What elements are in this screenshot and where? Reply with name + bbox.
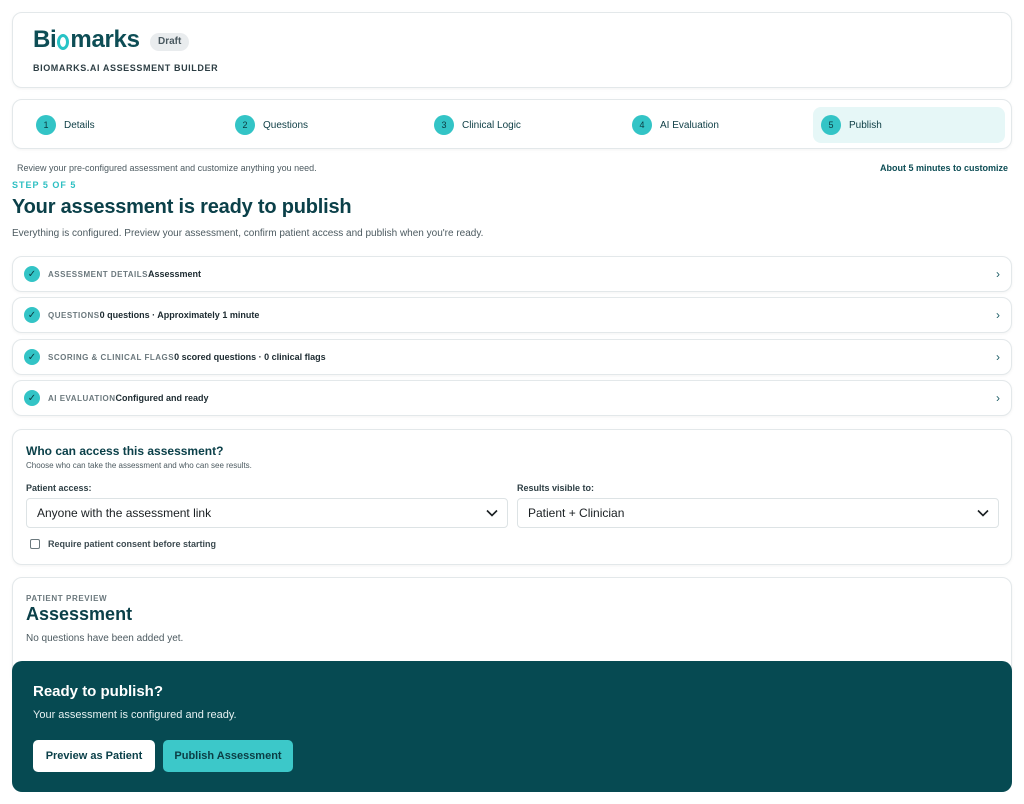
access-settings: Who can access this assessment? Choose w… — [12, 429, 1012, 565]
chevron-right-icon: › — [996, 267, 1000, 281]
logo-text-start: Bi — [33, 26, 57, 53]
summary-value: Configured and ready — [115, 393, 209, 403]
biomarks-logo: Bi marks — [33, 26, 140, 54]
access-subtitle: Choose who can take the assessment and w… — [26, 461, 252, 470]
summary-value: Assessment — [147, 269, 202, 279]
time-estimate: About 5 minutes to customize — [879, 163, 1008, 173]
patient-access-select[interactable]: Anyone with the assessment link — [26, 498, 508, 528]
results-visible-value: Patient + Clinician — [528, 506, 625, 520]
publish-assessment-button[interactable]: Publish Assessment — [163, 740, 293, 772]
check-icon: ✓ — [24, 266, 40, 282]
consent-checkbox[interactable] — [30, 539, 40, 549]
check-icon: ✓ — [24, 349, 40, 365]
results-visible-label: Results visible to: — [517, 483, 595, 493]
preview-empty-state: No questions have been added yet. — [26, 633, 184, 644]
preview-title: Assessment — [26, 604, 133, 624]
access-title: Who can access this assessment? — [26, 444, 224, 458]
step-label: Details — [64, 119, 95, 131]
preview-as-patient-button[interactable]: Preview as Patient — [33, 740, 155, 772]
logo-mark-icon — [57, 33, 70, 50]
step-label: Questions — [263, 119, 309, 131]
check-icon: ✓ — [24, 307, 40, 323]
step-number: 4 — [632, 115, 652, 135]
summary-row-ai-evaluation[interactable]: ✓ AI EVALUATION Configured and ready › — [12, 380, 1012, 416]
summary-value: 0 questions · Approximately 1 minute — [99, 310, 260, 320]
chevron-down-icon — [486, 509, 498, 517]
chevron-right-icon: › — [996, 391, 1000, 405]
page-description: Everything is configured. Preview your a… — [12, 228, 484, 239]
summary-row-scoring[interactable]: ✓ SCORING & CLINICAL FLAGS 0 scored quest… — [12, 339, 1012, 375]
step-publish[interactable]: 5 Publish — [813, 107, 1005, 143]
check-icon: ✓ — [24, 390, 40, 406]
summary-row-questions[interactable]: ✓ QUESTIONS 0 questions · Approximately 1… — [12, 297, 1012, 333]
intro-text: Review your pre-configured assessment an… — [17, 163, 317, 173]
logo-text-end: marks — [70, 26, 140, 53]
step-ai-evaluation[interactable]: 4 AI Evaluation — [620, 107, 810, 143]
patient-access-value: Anyone with the assessment link — [37, 506, 212, 520]
summary-row-details[interactable]: ✓ ASSESSMENT DETAILS Assessment › — [12, 256, 1012, 292]
chevron-right-icon: › — [996, 350, 1000, 364]
step-details[interactable]: 1 Details — [24, 107, 214, 143]
step-label: Clinical Logic — [462, 119, 521, 131]
summary-key: QUESTIONS — [48, 310, 100, 320]
step-number: 1 — [36, 115, 56, 135]
step-questions[interactable]: 2 Questions — [223, 107, 413, 143]
results-visible-select[interactable]: Patient + Clinician — [517, 498, 999, 528]
summary-value: 0 scored questions · 0 clinical flags — [174, 352, 326, 362]
step-number: 2 — [235, 115, 255, 135]
page-title: Your assessment is ready to publish — [12, 196, 352, 218]
preview-label: PATIENT PREVIEW — [26, 594, 108, 603]
patient-access-label: Patient access: — [26, 483, 92, 493]
summary-key: ASSESSMENT DETAILS — [48, 269, 148, 279]
summary-key: AI EVALUATION — [48, 393, 116, 403]
step-clinical-logic[interactable]: 3 Clinical Logic — [422, 107, 612, 143]
consent-option[interactable]: Require patient consent before starting — [30, 539, 216, 549]
step-number: 3 — [434, 115, 454, 135]
chevron-right-icon: › — [996, 308, 1000, 322]
status-badge: Draft — [150, 33, 190, 51]
chevron-down-icon — [977, 509, 989, 517]
publish-panel: Ready to publish? Your assessment is con… — [12, 661, 1012, 792]
summary-key: SCORING & CLINICAL FLAGS — [48, 352, 175, 362]
step-indicator: STEP 5 OF 5 — [12, 180, 77, 190]
publish-subtitle: Your assessment is configured and ready. — [33, 709, 237, 721]
consent-label: Require patient consent before starting — [48, 539, 217, 549]
app-subtitle: BIOMARKS.AI ASSESSMENT BUILDER — [33, 63, 219, 73]
step-label: Publish — [849, 119, 882, 131]
app-header: Bi marks Draft BIOMARKS.AI ASSESSMENT BUI… — [12, 12, 1012, 88]
stepper: 1 Details 2 Questions 3 Clinical Logic 4… — [12, 99, 1012, 149]
step-label: AI Evaluation — [660, 119, 719, 131]
step-number: 5 — [821, 115, 841, 135]
publish-title: Ready to publish? — [33, 683, 164, 700]
